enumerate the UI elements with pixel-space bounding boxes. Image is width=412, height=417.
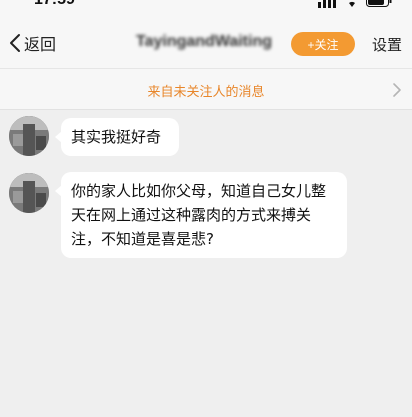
- settings-button[interactable]: 设置: [372, 34, 402, 55]
- back-button[interactable]: 返回: [8, 30, 56, 56]
- status-icons: [318, 0, 392, 8]
- notice-text: 来自未关注人的消息: [147, 85, 265, 100]
- sender-avatar[interactable]: [9, 173, 49, 213]
- chevron-left-icon: [10, 34, 20, 52]
- battery-icon: [366, 0, 392, 7]
- wifi-icon: [349, 2, 355, 7]
- nav-bar: 返回 TayingandWaiting +关注 设置: [0, 10, 412, 68]
- chevron-right-icon: [393, 83, 401, 97]
- stranger-message-notice[interactable]: 来自未关注人的消息: [0, 68, 412, 110]
- message-bubble: 你的家人比如你父母，知道自己女儿整天在网上通过这种露肉的方式来搏关注，不知道是喜…: [55, 172, 347, 258]
- status-time: 17:59: [34, 0, 75, 9]
- sender-avatar[interactable]: [9, 116, 49, 156]
- message-bubble: 其实我挺好奇: [55, 118, 179, 156]
- page-title: TayingandWaiting: [136, 33, 272, 50]
- back-label: 返回: [24, 35, 57, 54]
- status-bar: 17:59: [0, 0, 412, 10]
- signal-icon: [318, 0, 336, 8]
- follow-button[interactable]: +关注: [291, 32, 355, 56]
